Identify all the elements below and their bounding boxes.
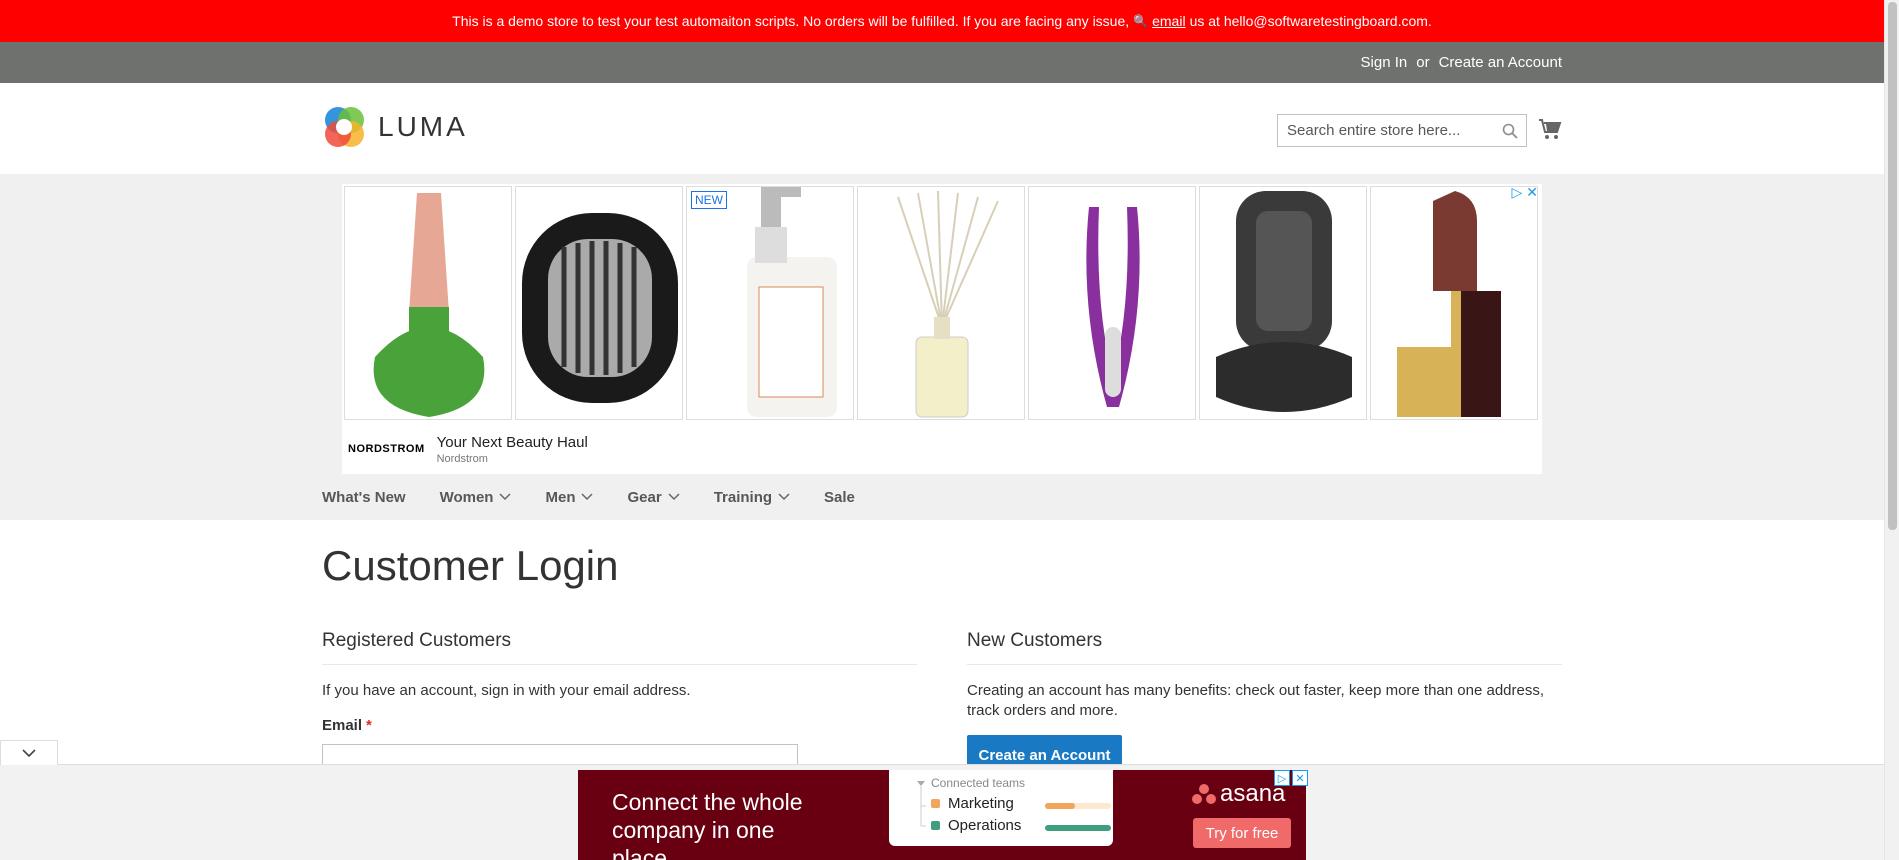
ad-product-tiles: NEW [344, 186, 1538, 420]
close-icon[interactable]: ✕ [1292, 770, 1308, 786]
marketing-progress-fill [1045, 803, 1075, 809]
demo-notice-text: This is a demo store to test your test a… [452, 13, 1130, 29]
luma-logo-icon [325, 107, 364, 147]
tree-connector-icon [917, 781, 926, 827]
asana-logo: asana [1192, 780, 1285, 808]
sign-in-link[interactable]: Sign In [1361, 54, 1408, 71]
purple-tool-image [1086, 207, 1140, 407]
create-account-link[interactable]: Create an Account [1439, 54, 1562, 71]
nav-item-label: What's New [322, 488, 406, 506]
ad-copy: Your Next Beauty Haul Nordstrom [437, 434, 588, 465]
ad-product-diffuser[interactable] [515, 186, 683, 420]
display-ad[interactable]: NEW ▷ ✕ NORDSTROM Your Next Beauty Haul … [342, 184, 1542, 474]
lotion-bottle-image [747, 187, 837, 417]
new-badge: NEW [691, 191, 727, 209]
chevron-down-icon [581, 493, 594, 501]
or-separator: or [1416, 54, 1430, 71]
account-links: Sign In or Create an Account [1361, 42, 1562, 83]
nav-item-label: Training [713, 488, 773, 506]
search-box [1277, 114, 1527, 147]
marketing-progress-bar [1045, 803, 1111, 809]
top-header-bar: Sign In or Create an Account [0, 42, 1884, 83]
nav-item-whats-new[interactable]: What's New [322, 489, 406, 506]
required-marker: * [366, 717, 372, 734]
team-label: Operations [948, 817, 1022, 834]
nav-item-sale[interactable]: Sale [824, 489, 855, 506]
asana-dots-icon [1192, 784, 1216, 804]
asana-ad-controls: ▷ ✕ [1274, 770, 1308, 786]
team-row-marketing: Marketing [931, 795, 1014, 812]
ad-controls: ▷ ✕ [1511, 184, 1538, 201]
scrollbar-thumb[interactable] [1888, 2, 1897, 530]
operations-progress-fill [1045, 825, 1111, 831]
site-logo[interactable]: LUMA [322, 105, 468, 149]
email-label-text: Email [322, 717, 363, 734]
massage-seat-image [1216, 191, 1352, 412]
cart-icon[interactable] [1538, 117, 1562, 141]
registered-customers-block: Registered Customers If you have an acco… [322, 630, 917, 784]
ad-product-reed-diffuser[interactable] [857, 186, 1025, 420]
new-customers-title: New Customers [967, 630, 1562, 665]
navigation-area: NEW ▷ ✕ NORDSTROM Your Next Beauty Haul … [0, 174, 1884, 520]
nav-item-label: Gear [627, 488, 662, 506]
ad-choices-icon[interactable]: ▷ [1274, 770, 1290, 786]
team-label: Marketing [948, 795, 1014, 812]
search-icon[interactable] [1502, 123, 1518, 139]
email-label: Email * [322, 717, 917, 734]
collapse-ad-toggle[interactable] [0, 740, 58, 765]
try-for-free-button[interactable]: Try for free [1193, 818, 1291, 848]
ad-product-nail-polish[interactable] [344, 186, 512, 420]
page-scrollbar[interactable] [1884, 0, 1899, 860]
team-row-operations: Operations [931, 817, 1021, 834]
magnifier-icon: 🔍 [1133, 14, 1149, 28]
ad-source: Nordstrom [436, 452, 488, 465]
ad-product-tool[interactable] [1028, 186, 1196, 420]
site-header: LUMA [0, 83, 1884, 174]
diffuser-image [522, 213, 678, 403]
ad-product-lipstick[interactable] [1370, 186, 1538, 420]
status-dot [931, 799, 940, 808]
ad-product-massage-seat[interactable] [1199, 186, 1367, 420]
asana-ad[interactable]: Connect the whole company in one place C… [578, 770, 1308, 860]
nav-item-label: Men [545, 488, 576, 506]
chevron-down-icon [668, 493, 680, 501]
nail-polish-image [373, 193, 485, 417]
new-customers-intro: Creating an account has many benefits: c… [967, 682, 1545, 719]
search-input[interactable] [1278, 115, 1526, 146]
asana-ad-headline: Connect the whole company in one place [612, 789, 803, 860]
close-icon[interactable]: ✕ [1526, 184, 1538, 201]
chevron-down-icon [499, 493, 512, 501]
reed-diffuser-image [897, 190, 999, 418]
nav-item-label: Women [439, 488, 494, 506]
nav-item-label: Sale [824, 488, 855, 506]
logo-text: LUMA [378, 111, 468, 142]
page-title: Customer Login [322, 542, 619, 589]
registered-customers-intro: If you have an account, sign in with you… [322, 682, 691, 699]
ad-headline[interactable]: Your Next Beauty Haul [437, 434, 588, 451]
card-title: Connected teams [931, 776, 1026, 790]
ad-footer: NORDSTROM Your Next Beauty Haul Nordstro… [342, 424, 1542, 474]
lipstick-image [1397, 191, 1501, 417]
status-dot [931, 821, 940, 830]
registered-customers-title: Registered Customers [322, 630, 917, 665]
demo-notice-banner: This is a demo store to test your test a… [0, 0, 1884, 42]
nav-item-women[interactable]: Women [440, 489, 512, 506]
email-link[interactable]: email [1152, 13, 1185, 29]
nav-item-men[interactable]: Men [545, 488, 594, 506]
operations-progress-bar [1045, 825, 1111, 831]
nav-item-gear[interactable]: Gear [627, 488, 680, 506]
ad-choices-icon[interactable]: ▷ [1511, 184, 1522, 201]
ad-brand-logo: NORDSTROM [348, 443, 425, 455]
connected-teams-card: Connected teams Marketing Operations [889, 770, 1113, 846]
new-customers-block: New Customers Creating an account has ma… [967, 630, 1562, 775]
chevron-down-icon [22, 748, 36, 757]
ad-product-body-lotion[interactable]: NEW [686, 186, 854, 420]
demo-notice-text-end: us at hello@softwaretestingboard.com. [1189, 13, 1432, 29]
chevron-down-icon [778, 493, 790, 501]
main-navigation: What's New Women Men Gear Training Sale [322, 482, 889, 512]
nav-item-training[interactable]: Training [714, 489, 790, 506]
